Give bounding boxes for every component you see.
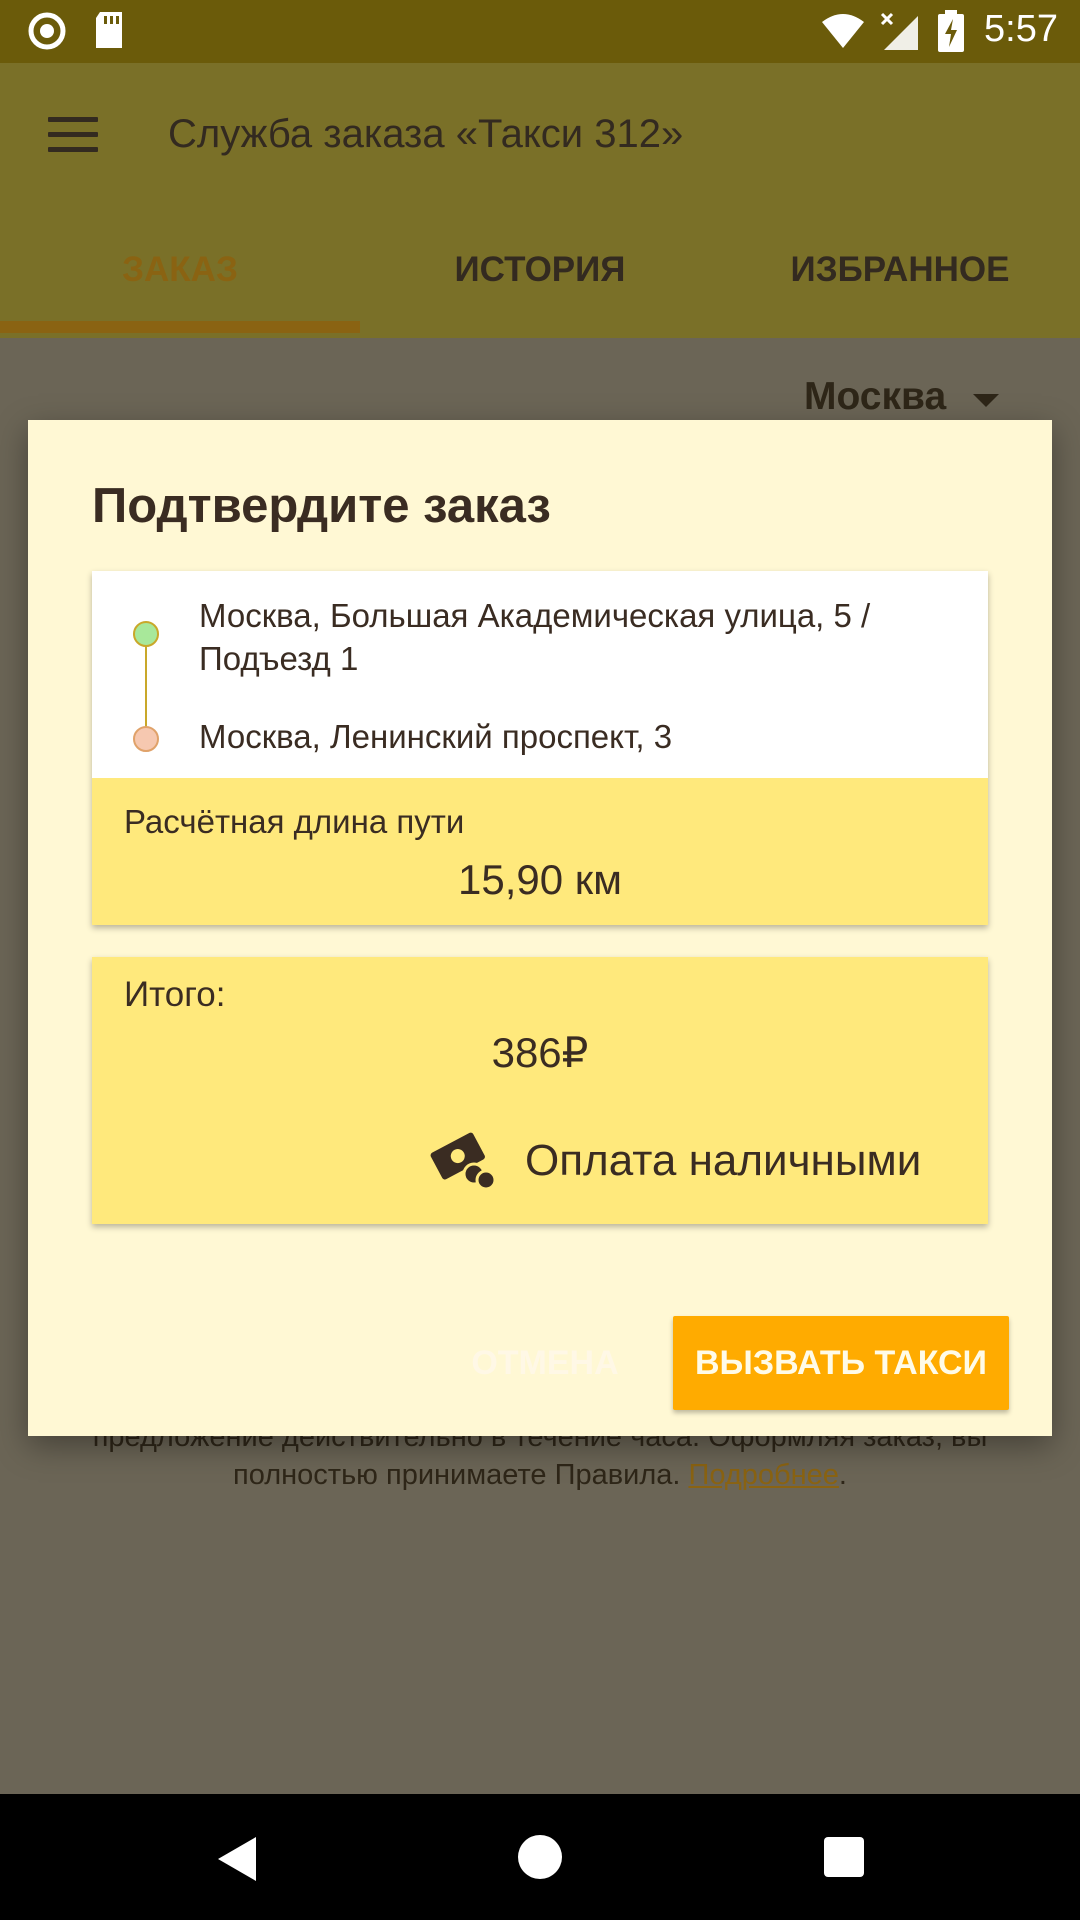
route-line bbox=[145, 645, 147, 727]
app-bar bbox=[0, 63, 1080, 338]
circle-notification-icon bbox=[28, 12, 66, 50]
sd-card-icon bbox=[96, 12, 122, 48]
dropdown-caret-icon[interactable] bbox=[973, 394, 999, 407]
hamburger-menu-icon[interactable] bbox=[48, 117, 98, 153]
dialog-title: Подтвердите заказ bbox=[92, 479, 551, 533]
origin-dot-icon bbox=[133, 621, 159, 647]
distance-value: 15,90 км bbox=[457, 856, 623, 903]
tab-history[interactable]: ИСТОРИЯ bbox=[360, 250, 720, 290]
notice-period: . bbox=[838, 1459, 847, 1491]
recents-icon[interactable] bbox=[824, 1837, 864, 1877]
back-icon[interactable] bbox=[216, 1835, 260, 1883]
cash-icon bbox=[430, 1132, 496, 1190]
status-time: 5:57 bbox=[984, 8, 1058, 50]
origin-address: Москва, Большая Академическая улица, 5 /… bbox=[199, 597, 871, 677]
active-tab-indicator bbox=[0, 321, 360, 333]
call-taxi-button[interactable]: ВЫЗВАТЬ ТАКСИ bbox=[673, 1316, 1009, 1410]
payment-method[interactable]: Оплата наличными bbox=[525, 1136, 921, 1186]
status-bar: 5:57 bbox=[0, 0, 1080, 63]
city-select[interactable]: Москва bbox=[804, 375, 946, 419]
destination-address: Москва, Ленинский проспект, 3 bbox=[199, 718, 673, 755]
notice-line-2: полностью принимаете Правила. Подробнее. bbox=[0, 1456, 1080, 1494]
total-price: 386₽ bbox=[491, 1029, 589, 1076]
details-link[interactable]: Подробнее bbox=[688, 1459, 838, 1491]
home-icon[interactable] bbox=[518, 1835, 562, 1879]
battery-charging-icon bbox=[938, 10, 964, 52]
total-label: Итого: bbox=[124, 975, 226, 1014]
cancel-button[interactable]: ОТМЕНА bbox=[470, 1316, 620, 1410]
distance-label: Расчётная длина пути bbox=[124, 803, 465, 840]
wifi-icon bbox=[822, 14, 864, 48]
destination-dot-icon bbox=[133, 726, 159, 752]
tab-favorites[interactable]: ИЗБРАННОЕ bbox=[720, 250, 1080, 290]
notice-text: полностью принимаете Правила. bbox=[233, 1459, 681, 1491]
tab-order[interactable]: ЗАКАЗ bbox=[0, 250, 360, 290]
app-title: Служба заказа «Такси 312» bbox=[168, 112, 684, 156]
signal-icon bbox=[880, 12, 918, 50]
